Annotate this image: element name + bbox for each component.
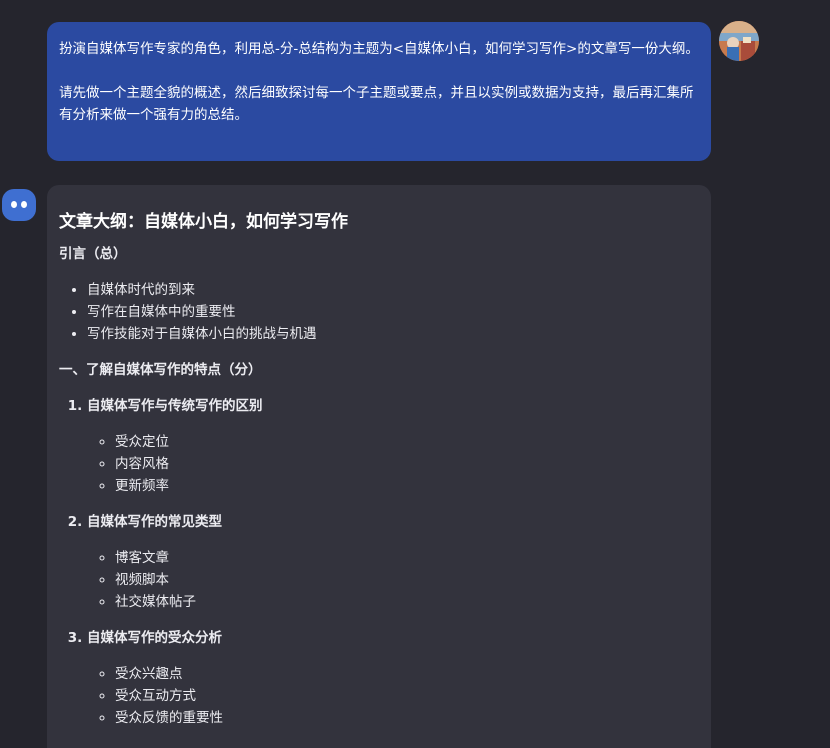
- assistant-message-bubble: 文章大纲：自媒体小白，如何学习写作 引言（总） 自媒体时代的到来 写作在自媒体中…: [47, 185, 711, 748]
- bot-eye-left: [11, 201, 17, 208]
- subsection-point: 内容风格: [115, 453, 699, 475]
- subsection-point: 受众互动方式: [115, 685, 699, 707]
- subsection-point: 博客文章: [115, 547, 699, 569]
- subsection-point: 受众反馈的重要性: [115, 707, 699, 729]
- section-1-subsections: 自媒体写作与传统写作的区别 受众定位 内容风格 更新频率 自媒体写作的常见类型 …: [59, 395, 699, 729]
- user-avatar[interactable]: [719, 21, 759, 61]
- section-1-heading: 一、了解自媒体写作的特点（分）: [59, 362, 262, 378]
- subsection-title: 自媒体写作与传统写作的区别: [87, 398, 263, 414]
- subsection-points: 博客文章 视频脚本 社交媒体帖子: [87, 547, 699, 613]
- subsection-title: 自媒体写作的受众分析: [87, 630, 222, 646]
- subsection-point: 受众定位: [115, 431, 699, 453]
- intro-list-item: 写作在自媒体中的重要性: [87, 301, 699, 323]
- subsection-points: 受众定位 内容风格 更新频率: [87, 431, 699, 497]
- intro-heading: 引言（总）: [59, 246, 127, 262]
- subsection-points: 受众兴趣点 受众互动方式 受众反馈的重要性: [87, 663, 699, 729]
- subsection-item: 自媒体写作的受众分析 受众兴趣点 受众互动方式 受众反馈的重要性: [87, 627, 699, 729]
- intro-list-item: 写作技能对于自媒体小白的挑战与机遇: [87, 323, 699, 345]
- subsection-item: 自媒体写作与传统写作的区别 受众定位 内容风格 更新频率: [87, 395, 699, 497]
- user-message-paragraph-2: 请先做一个主题全貌的概述，然后细致探讨每一个子主题或要点，并且以实例或数据为支持…: [59, 85, 694, 123]
- user-message-paragraph-1: 扮演自媒体写作专家的角色，利用总-分-总结构为主题为<自媒体小白，如何学习写作>…: [59, 41, 699, 57]
- subsection-point: 社交媒体帖子: [115, 591, 699, 613]
- subsection-point: 更新频率: [115, 475, 699, 497]
- subsection-title: 自媒体写作的常见类型: [87, 514, 222, 530]
- subsection-point: 视频脚本: [115, 569, 699, 591]
- chat-conversation: 扮演自媒体写作专家的角色，利用总-分-总结构为主题为<自媒体小白，如何学习写作>…: [0, 0, 830, 748]
- outline-title: 文章大纲：自媒体小白，如何学习写作: [59, 212, 348, 232]
- bot-avatar-icon: [2, 189, 36, 221]
- intro-list-item: 自媒体时代的到来: [87, 279, 699, 301]
- bot-eye-right: [21, 201, 27, 208]
- subsection-item: 自媒体写作的常见类型 博客文章 视频脚本 社交媒体帖子: [87, 511, 699, 613]
- user-message-bubble: 扮演自媒体写作专家的角色，利用总-分-总结构为主题为<自媒体小白，如何学习写作>…: [47, 22, 711, 161]
- subsection-point: 受众兴趣点: [115, 663, 699, 685]
- user-avatar-photo: [719, 21, 759, 61]
- intro-list: 自媒体时代的到来 写作在自媒体中的重要性 写作技能对于自媒体小白的挑战与机遇: [59, 279, 699, 345]
